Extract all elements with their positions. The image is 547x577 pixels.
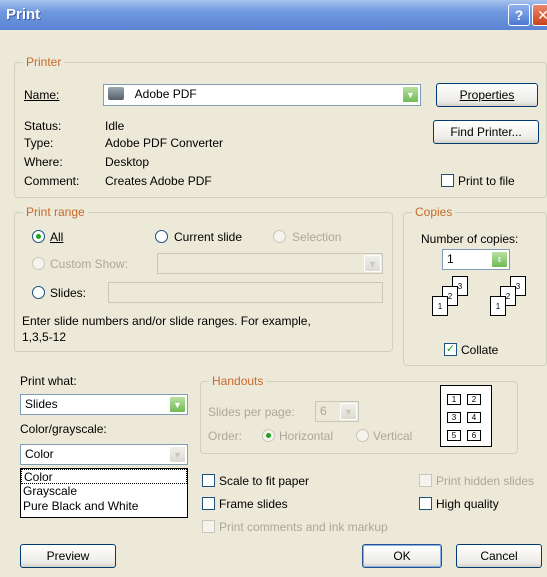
order-label: Order: xyxy=(208,429,243,443)
color-select[interactable]: Color ▼ xyxy=(20,444,188,465)
ok-button[interactable]: OK xyxy=(362,544,442,568)
chevron-down-icon[interactable]: ▼ xyxy=(169,446,186,463)
status-label: Status: xyxy=(24,119,62,133)
scale-to-fit-label: Scale to fit paper xyxy=(219,474,310,488)
frame-slides-checkbox[interactable] xyxy=(202,497,215,510)
preview-page: 3 xyxy=(447,412,461,423)
copies-input[interactable]: 1 ⇕ xyxy=(442,249,510,270)
preview-page: 2 xyxy=(467,394,481,405)
printer-legend: Printer xyxy=(23,55,65,69)
print-hidden-slides-label: Print hidden slides xyxy=(436,474,535,488)
print-dialog: Print ? ✕ Printer Name: Adobe PDF ▼ Prop… xyxy=(0,0,547,577)
printer-name-value: Adobe PDF xyxy=(134,87,197,101)
custom-show-label: Custom Show: xyxy=(50,257,129,271)
high-quality-checkbox[interactable] xyxy=(419,497,432,510)
slides-radio[interactable] xyxy=(32,286,45,299)
chevron-down-icon[interactable]: ▼ xyxy=(364,255,381,272)
comment-value: Creates Adobe PDF xyxy=(105,174,212,188)
printer-name-select[interactable]: Adobe PDF ▼ xyxy=(103,84,421,106)
help-icon: ? xyxy=(514,7,524,23)
handout-preview: 1 2 3 4 5 6 xyxy=(440,385,492,447)
collate-label: Collate xyxy=(461,343,499,357)
help-button[interactable]: ? xyxy=(508,4,530,26)
where-value: Desktop xyxy=(105,155,150,169)
printer-icon xyxy=(108,87,124,100)
comment-label: Comment: xyxy=(24,174,80,188)
print-range-legend: Print range xyxy=(23,205,88,219)
collate-checkbox[interactable]: ✓ xyxy=(444,343,457,356)
all-radio[interactable] xyxy=(32,230,45,243)
list-item[interactable]: Grayscale xyxy=(21,484,187,499)
slides-per-page-select[interactable]: 6 ▼ xyxy=(315,401,359,422)
all-label: All xyxy=(50,230,64,244)
print-to-file-label: Print to file xyxy=(458,174,515,188)
number-of-copies-label: Number of copies: xyxy=(421,232,519,246)
preview-page: 5 xyxy=(447,430,461,441)
print-to-file-checkbox[interactable] xyxy=(441,174,454,187)
preview-button[interactable]: Preview xyxy=(20,544,116,568)
spinner-icon[interactable]: ⇕ xyxy=(491,251,508,268)
custom-show-select[interactable]: ▼ xyxy=(157,253,383,274)
print-comments-checkbox[interactable] xyxy=(202,520,215,533)
preview-page: 6 xyxy=(467,430,481,441)
horizontal-label: Horizontal xyxy=(279,429,334,443)
slides-per-page-label: Slides per page: xyxy=(208,405,295,419)
print-hidden-slides-checkbox[interactable] xyxy=(419,474,432,487)
slides-input[interactable] xyxy=(108,282,383,303)
find-printer-button[interactable]: Find Printer... xyxy=(433,120,539,144)
chevron-down-icon[interactable]: ▼ xyxy=(402,86,419,103)
range-hint-line2: 1,3,5-12 xyxy=(22,330,67,344)
title-bar: Print ? ✕ xyxy=(0,0,547,30)
vertical-label: Vertical xyxy=(373,429,413,443)
chevron-down-icon[interactable]: ▼ xyxy=(169,396,186,413)
cancel-button[interactable]: Cancel xyxy=(456,544,542,568)
status-value: Idle xyxy=(105,119,125,133)
chevron-down-icon[interactable]: ▼ xyxy=(340,403,357,420)
slides-label: Slides: xyxy=(50,286,87,300)
selection-radio[interactable] xyxy=(273,230,286,243)
horizontal-radio[interactable] xyxy=(262,429,275,442)
high-quality-label: High quality xyxy=(436,497,499,511)
close-button[interactable]: ✕ xyxy=(532,4,547,26)
type-label: Type: xyxy=(24,136,54,150)
close-icon: ✕ xyxy=(537,6,547,23)
custom-show-radio[interactable] xyxy=(32,257,45,270)
window-title: Print xyxy=(6,6,41,23)
list-item[interactable]: Color xyxy=(21,469,187,484)
scale-to-fit-checkbox[interactable] xyxy=(202,474,215,487)
vertical-radio[interactable] xyxy=(356,429,369,442)
frame-slides-label: Frame slides xyxy=(219,497,288,511)
preview-page: 1 xyxy=(447,394,461,405)
preview-page: 4 xyxy=(467,412,481,423)
where-label: Where: xyxy=(24,155,63,169)
selection-label: Selection xyxy=(292,230,342,244)
current-slide-radio[interactable] xyxy=(155,230,168,243)
type-value: Adobe PDF Converter xyxy=(105,136,224,150)
range-hint-line1: Enter slide numbers and/or slide ranges.… xyxy=(22,314,311,328)
color-dropdown-list: Color Grayscale Pure Black and White xyxy=(20,468,188,518)
printer-name-label: Name: xyxy=(24,88,60,102)
list-item[interactable]: Pure Black and White xyxy=(21,499,187,514)
handouts-legend: Handouts xyxy=(209,374,267,388)
current-slide-label: Current slide xyxy=(174,230,243,244)
print-comments-label: Print comments and ink markup xyxy=(219,520,388,534)
copies-legend: Copies xyxy=(412,205,456,219)
print-what-select[interactable]: Slides ▼ xyxy=(20,394,188,415)
properties-button[interactable]: Properties xyxy=(436,83,538,107)
color-grayscale-label: Color/grayscale: xyxy=(20,422,107,436)
print-what-label: Print what: xyxy=(20,374,77,388)
